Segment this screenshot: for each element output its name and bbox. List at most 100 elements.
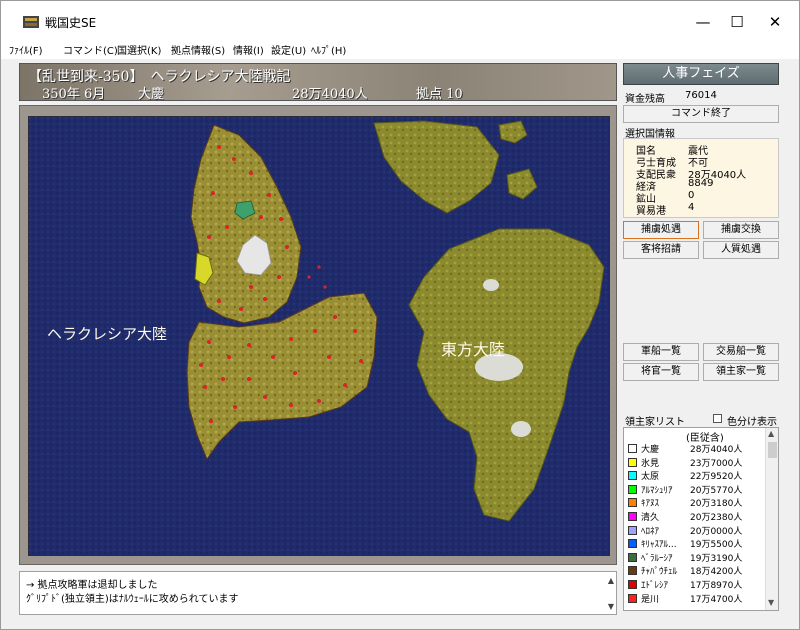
menu-settings[interactable]: 設定(U): [271, 42, 306, 57]
lord-name: ｷﾘｬｽｱﾙ...: [641, 540, 677, 551]
lord-name: 是川: [641, 594, 660, 605]
info-value: 8849: [688, 178, 714, 189]
window-title: 戦国史SE: [45, 16, 97, 30]
lord-population: 20万0000人: [690, 526, 743, 537]
close-button[interactable]: ✕: [753, 9, 797, 35]
lord-row[interactable]: 清久 20万2380人: [628, 510, 764, 523]
world-map[interactable]: ヘラクレシア大陸 東方大陸: [28, 116, 610, 556]
lords-list[interactable]: (臣従含) 大慶 28万4040人 氷見 23万7000人 太原 22万9520人 ｱﾙﾏｼ…: [623, 427, 779, 611]
lord-row[interactable]: ﾍﾞﾗﾙｰｼｱ 19万3190人: [628, 551, 764, 564]
phase-banner: 人事フェイズ: [623, 63, 779, 85]
title-bar: 戦国史SE — ☐ ✕: [1, 1, 799, 39]
lord-color-swatch: [628, 498, 637, 508]
menu-base-info[interactable]: 拠点情報(S): [171, 42, 225, 57]
info-value: 4: [688, 202, 695, 213]
base-count: 拠点 10: [416, 87, 463, 102]
log-scroll-up-icon[interactable]: ▲: [608, 576, 614, 585]
lord-color-swatch: [628, 580, 637, 589]
selected-country-info: 国名 震代 弓士育成 不可 支配民衆 28万4040人 経済 8849 鉱山 0…: [623, 138, 779, 218]
color-toggle-label[interactable]: 色分け表示: [727, 413, 777, 428]
faction-population: 28万4040人: [292, 87, 368, 102]
guest-recruit-button[interactable]: 客将招請: [623, 241, 699, 259]
app-window: 戦国史SE — ☐ ✕ ﾌｧｲﾙ(F) コマンド(C) 国選択(K) 拠点情報(…: [0, 0, 800, 630]
message-log[interactable]: → 拠点攻略軍は退却しました ｸﾞﾘﾌﾟﾄﾞ(独立領主)はﾅﾙｳｪｰﾙに攻められ…: [19, 571, 617, 615]
lord-row[interactable]: ﾁｬﾊﾟｳﾁｪﾙ 18万4200人: [628, 564, 764, 577]
lord-population: 20万2380人: [690, 513, 743, 523]
color-toggle-checkbox[interactable]: [713, 414, 722, 423]
scroll-thumb[interactable]: [768, 442, 777, 458]
lord-color-swatch: [628, 525, 637, 535]
map-label-heraclesia: ヘラクレシア大陸: [47, 325, 167, 343]
menu-info[interactable]: 情報(I): [233, 42, 264, 57]
lord-population: 20万5770人: [690, 485, 743, 496]
lord-color-swatch: [628, 566, 637, 576]
lords-list-button[interactable]: 領主家一覧: [703, 363, 779, 381]
tradeships-list-button[interactable]: 交易船一覧: [703, 343, 779, 361]
end-command-button[interactable]: コマンド終了: [623, 105, 779, 123]
map-canvas[interactable]: ヘラクレシア大陸 東方大陸: [29, 117, 610, 556]
lord-name: ﾍﾛﾈｱ: [641, 526, 660, 537]
map-frame: ヘラクレシア大陸 東方大陸: [19, 105, 617, 565]
lord-name: 大慶: [641, 445, 660, 455]
lord-name: ｱﾙﾏｼｭﾘｱ: [641, 485, 673, 496]
menu-help[interactable]: ﾍﾙﾌﾟ(H): [311, 42, 346, 57]
funds-value: 76014: [685, 90, 717, 101]
lord-population: 28万4040人: [690, 445, 743, 455]
scroll-up-icon[interactable]: ▲: [768, 429, 774, 438]
captive-exchange-button[interactable]: 捕虜交換: [703, 221, 779, 239]
snow-patch: [511, 421, 531, 437]
app-icon: [23, 16, 39, 28]
lord-row[interactable]: 是川 17万4700人: [628, 592, 764, 605]
lord-row[interactable]: ｷﾘｬｽｱﾙ... 19万5500人: [628, 537, 764, 550]
lord-name: 太原: [641, 472, 660, 483]
scroll-down-icon[interactable]: ▼: [768, 598, 774, 607]
lord-population: 19万3190人: [690, 553, 743, 564]
lord-row[interactable]: ｴﾄﾞﾚｼｱ 17万8970人: [628, 578, 764, 591]
lord-name: 清久: [641, 513, 660, 523]
lord-color-swatch: [628, 552, 637, 562]
current-faction: 大慶: [138, 87, 165, 102]
info-value: 0: [688, 190, 695, 201]
lord-row[interactable]: 氷見 23万7000人: [628, 456, 764, 469]
lords-scrollbar[interactable]: ▲ ▼: [765, 428, 778, 610]
lord-color-swatch: [628, 512, 637, 521]
menu-country-select[interactable]: 国選択(K): [117, 42, 161, 57]
lord-population: 19万5500人: [690, 540, 743, 551]
generals-list-button[interactable]: 将官一覧: [623, 363, 699, 381]
menu-file[interactable]: ﾌｧｲﾙ(F): [9, 42, 43, 57]
menu-command[interactable]: コマンド(C): [63, 42, 118, 57]
lords-list-title: 領主家リスト: [625, 417, 685, 428]
lord-row[interactable]: 大慶 28万4040人: [628, 442, 764, 455]
lord-population: 18万4200人: [690, 567, 743, 578]
log-line-2: ｸﾞﾘﾌﾟﾄﾞ(独立領主)はﾅﾙｳｪｰﾙに攻められています: [26, 594, 239, 605]
snow-patch: [483, 279, 499, 291]
lord-name: ﾍﾞﾗﾙｰｼｱ: [641, 553, 673, 564]
map-label-eastern: 東方大陸: [441, 340, 505, 359]
lord-name: ｴﾄﾞﾚｼｱ: [641, 581, 669, 591]
lord-population: 20万3180人: [690, 499, 743, 510]
game-date: 350年 6月: [42, 87, 106, 102]
lord-name: ﾁｬﾊﾟｳﾁｪﾙ: [641, 567, 678, 578]
lord-population: 22万9520人: [690, 472, 743, 483]
lord-color-swatch: [628, 484, 637, 494]
lord-row[interactable]: ｷｱﾇｽ 20万3180人: [628, 496, 764, 509]
lord-row[interactable]: ﾍﾛﾈｱ 20万0000人: [628, 524, 764, 537]
lord-color-swatch: [628, 471, 637, 481]
lord-color-swatch: [628, 444, 637, 453]
hostage-button[interactable]: 人質処遇: [703, 241, 779, 259]
lord-color-swatch: [628, 593, 637, 603]
menu-bar: ﾌｧｲﾙ(F) コマンド(C) 国選択(K) 拠点情報(S) 情報(I) 設定(…: [1, 39, 799, 59]
log-line-1: → 拠点攻略軍は退却しました: [26, 580, 158, 591]
info-key: 貿易港: [636, 206, 666, 217]
log-scroll-down-icon[interactable]: ▼: [608, 602, 614, 611]
lord-color-swatch: [628, 457, 637, 467]
lord-population: 23万7000人: [690, 458, 743, 469]
warships-list-button[interactable]: 軍船一覧: [623, 343, 699, 361]
lord-name: 氷見: [641, 458, 660, 469]
funds-label: 資金残高: [625, 94, 665, 105]
lord-row[interactable]: ｱﾙﾏｼｭﾘｱ 20万5770人: [628, 483, 764, 496]
scenario-header: 【乱世到来-350】 ヘラクレシア大陸戦記 350年 6月 大慶 28万4040…: [19, 63, 617, 102]
lord-row[interactable]: 太原 22万9520人: [628, 469, 764, 482]
captive-treatment-button[interactable]: 捕虜処遇: [623, 221, 699, 239]
lord-population: 17万4700人: [690, 594, 743, 605]
